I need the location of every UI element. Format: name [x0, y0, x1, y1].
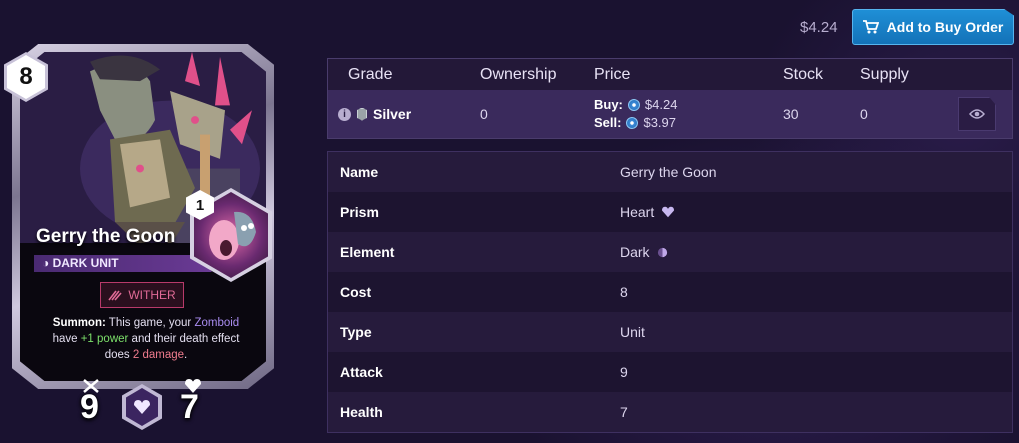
- detail-value: Unit: [620, 324, 645, 340]
- dark-element-icon: [657, 247, 667, 257]
- dark-element-icon: ◑: [42, 256, 50, 270]
- detail-key: Name: [340, 164, 379, 180]
- sell-price: $3.97: [643, 115, 677, 130]
- add-to-buy-order-button[interactable]: Add to Buy Order: [852, 9, 1014, 45]
- attack-value: 9: [80, 388, 99, 426]
- header-stock: Stock: [783, 66, 824, 83]
- detail-key: Element: [340, 244, 395, 260]
- header-price: Price: [594, 66, 631, 83]
- detail-row-element: Element Dark: [328, 232, 1012, 272]
- prism-badge-inner: [126, 388, 158, 426]
- card-description: Summon: This game, your Zomboid have +1 …: [46, 315, 246, 363]
- header-grade: Grade: [348, 66, 393, 83]
- card-name: Gerry the Goon: [36, 226, 176, 247]
- detail-row-cost: Cost 8: [328, 272, 1012, 312]
- detail-row-type: Type Unit: [328, 312, 1012, 352]
- prism-badge: [122, 384, 162, 430]
- buy-price: $4.24: [644, 97, 678, 112]
- detail-row-health: Health 7: [328, 392, 1012, 432]
- sell-price-line: Sell: $3.97: [594, 114, 676, 132]
- silver-grade-icon: [357, 107, 367, 121]
- sell-label: Sell:: [594, 115, 622, 130]
- detail-row-prism: Prism Heart: [328, 192, 1012, 232]
- price-cell: Buy: $4.24 Sell: $3.97: [594, 90, 677, 138]
- detail-value-element: Dark: [620, 244, 668, 260]
- detail-value: Dark: [620, 244, 650, 260]
- summon-label: Summon:: [52, 317, 106, 329]
- ability-badge: WITHER: [100, 282, 184, 308]
- card-details-table: Name Gerry the Goon Prism Heart Element …: [327, 151, 1013, 433]
- grade-value: Silver: [373, 106, 412, 122]
- detail-key: Cost: [340, 284, 372, 300]
- header-ownership: Ownership: [480, 66, 557, 83]
- info-icon[interactable]: i: [338, 107, 351, 121]
- health-value: 7: [180, 388, 199, 426]
- grade-cell: i Silver: [338, 90, 411, 138]
- heart-prism-icon: [134, 400, 150, 414]
- buy-price-line: Buy: $4.24: [594, 96, 677, 114]
- detail-key: Attack: [340, 364, 383, 380]
- grade-table-header: Grade Ownership Price Stock Supply: [328, 59, 1012, 90]
- cost-value: 8: [7, 55, 45, 99]
- desc-text: have: [52, 333, 81, 345]
- coin-icon: [627, 99, 640, 111]
- wither-icon: [108, 290, 122, 301]
- current-price: $4.24: [800, 19, 838, 36]
- ability-label: WITHER: [128, 288, 176, 302]
- desc-text: This game, your: [105, 317, 195, 329]
- detail-value: Gerry the Goon: [620, 164, 717, 180]
- heart-prism-icon: [662, 206, 675, 218]
- desc-zomboid: Zomboid: [194, 317, 240, 329]
- detail-value: 8: [620, 284, 628, 300]
- header-supply: Supply: [860, 66, 909, 83]
- detail-row-name: Name Gerry the Goon: [328, 152, 1012, 192]
- desc-power: +1 power: [80, 333, 129, 345]
- coin-icon: [626, 117, 639, 129]
- detail-value: 9: [620, 364, 628, 380]
- ownership-value: 0: [480, 106, 488, 122]
- cart-icon: [862, 20, 879, 34]
- supply-value: 0: [860, 106, 868, 122]
- detail-key: Prism: [340, 204, 379, 220]
- grade-table: Grade Ownership Price Stock Supply i Sil…: [327, 58, 1013, 139]
- detail-value: Heart: [620, 204, 655, 220]
- detail-value: 7: [620, 404, 628, 420]
- detail-row-attack: Attack 9: [328, 352, 1012, 392]
- buy-button-label: Add to Buy Order: [886, 19, 1004, 35]
- view-button[interactable]: [958, 97, 996, 131]
- buy-label: Buy:: [594, 97, 623, 112]
- card-type-line: DARK UNIT: [52, 256, 119, 270]
- stock-value: 30: [783, 106, 799, 122]
- card-type-bar: ◑ DARK UNIT: [34, 255, 212, 272]
- eye-icon: [969, 109, 985, 119]
- desc-damage: 2 damage: [132, 349, 185, 361]
- detail-value-prism: Heart: [620, 204, 675, 220]
- card-preview: 8 Gerry the Goon ◑ DARK UNIT 1 WITHER Su…: [4, 44, 274, 438]
- table-row[interactable]: i Silver 0 Buy: $4.24 Sell: $3.97 30 0: [328, 90, 1012, 138]
- detail-key: Type: [340, 324, 372, 340]
- desc-text: .: [184, 349, 188, 361]
- detail-key: Health: [340, 404, 383, 420]
